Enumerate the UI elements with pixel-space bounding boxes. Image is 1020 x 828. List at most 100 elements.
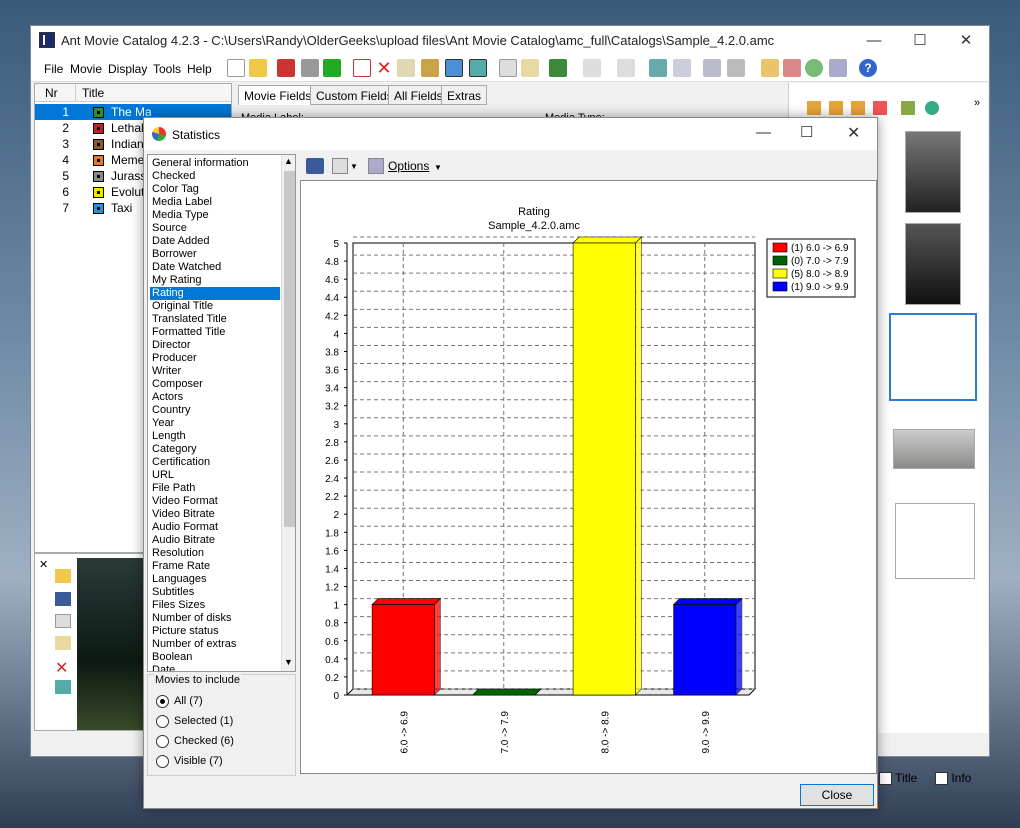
field-list-item[interactable]: Date xyxy=(150,664,280,671)
group-icon[interactable] xyxy=(617,59,635,77)
field-list-scrollbar[interactable]: ▲ ▼ xyxy=(281,155,295,671)
chart-copy-icon[interactable] xyxy=(332,158,348,174)
users-icon[interactable] xyxy=(783,59,801,77)
close-button[interactable]: Close xyxy=(800,784,874,806)
field-list-item[interactable]: Actors xyxy=(150,391,280,404)
menu-display[interactable]: Display xyxy=(108,62,147,76)
copy-picture-icon[interactable] xyxy=(55,614,71,628)
field-list-item[interactable]: Languages xyxy=(150,573,280,586)
field-list-item[interactable]: Source xyxy=(150,222,280,235)
title-checkbox[interactable] xyxy=(879,772,892,786)
studio-logo-thumbnail[interactable] xyxy=(895,503,975,579)
save-picture-icon[interactable] xyxy=(55,592,71,606)
tab-movie-fields[interactable]: Movie Fields xyxy=(238,85,318,105)
field-list-item[interactable]: Audio Bitrate xyxy=(150,534,280,547)
list-view-icon[interactable] xyxy=(673,59,691,77)
actor-thumbnail-2[interactable] xyxy=(905,223,961,305)
field-list-item[interactable]: Year xyxy=(150,417,280,430)
thumb-add2-icon[interactable] xyxy=(829,101,843,115)
field-list-item[interactable]: Color Tag xyxy=(150,183,280,196)
field-list-item[interactable]: Rating xyxy=(150,287,280,300)
field-list-item[interactable]: Frame Rate xyxy=(150,560,280,573)
field-list-item[interactable]: Certification xyxy=(150,456,280,469)
options-menu[interactable]: Options xyxy=(388,159,429,173)
field-list-item[interactable]: My Rating xyxy=(150,274,280,287)
view-icon[interactable] xyxy=(649,59,667,77)
thumb-picture-icon[interactable] xyxy=(901,101,915,115)
scene-thumbnail-selected[interactable] xyxy=(889,313,977,401)
properties-icon[interactable] xyxy=(829,59,847,77)
grid-view-icon[interactable] xyxy=(703,59,721,77)
field-list-item[interactable]: Translated Title xyxy=(150,313,280,326)
layout-icon[interactable] xyxy=(727,59,745,77)
field-list-item[interactable]: Media Type xyxy=(150,209,280,222)
paste-picture-icon[interactable] xyxy=(55,636,71,650)
field-list-item[interactable]: Boolean xyxy=(150,651,280,664)
import-icon[interactable] xyxy=(549,59,567,77)
options-dropdown-icon[interactable]: ▼ xyxy=(434,163,442,172)
field-list-item[interactable]: General information xyxy=(150,157,280,170)
field-list-item[interactable]: Picture status xyxy=(150,625,280,638)
open-folder-icon[interactable] xyxy=(249,59,267,77)
thumb-options-icon[interactable] xyxy=(925,101,939,115)
field-list-item[interactable]: Media Label xyxy=(150,196,280,209)
menu-help[interactable]: Help xyxy=(187,62,212,76)
expand-icon[interactable]: » xyxy=(974,97,980,109)
chart-save-icon[interactable] xyxy=(306,158,324,174)
field-list-item[interactable]: Number of extras xyxy=(150,638,280,651)
field-list-item[interactable]: Date Added xyxy=(150,235,280,248)
field-list-item[interactable]: Borrower xyxy=(150,248,280,261)
help-icon[interactable]: ? xyxy=(859,59,877,77)
statistics-icon[interactable] xyxy=(805,59,823,77)
dialog-minimize-button[interactable]: — xyxy=(756,124,771,141)
field-list-item[interactable]: Length xyxy=(150,430,280,443)
info-checkbox[interactable] xyxy=(935,772,948,786)
tools-icon[interactable] xyxy=(421,59,439,77)
radio-button[interactable] xyxy=(156,715,169,728)
menu-file[interactable]: File xyxy=(44,62,63,76)
copy-dropdown-icon[interactable]: ▼ xyxy=(350,162,358,171)
thumb-edit-icon[interactable] xyxy=(851,101,865,115)
field-list-item[interactable]: Director xyxy=(150,339,280,352)
actor-thumbnail-1[interactable] xyxy=(905,131,961,213)
scripts-icon[interactable] xyxy=(761,59,779,77)
column-title[interactable]: Title xyxy=(75,84,231,102)
field-list-item[interactable]: Video Format xyxy=(150,495,280,508)
picture-icon[interactable] xyxy=(445,59,463,77)
tab-all-fields[interactable]: All Fields xyxy=(388,85,449,105)
new-icon[interactable] xyxy=(227,59,245,77)
scene-thumbnail-2[interactable] xyxy=(893,429,975,469)
scroll-up-icon[interactable]: ▲ xyxy=(284,156,293,166)
add-movie-icon[interactable] xyxy=(353,59,371,77)
field-list-item[interactable]: Resolution xyxy=(150,547,280,560)
scroll-thumb[interactable] xyxy=(284,171,295,527)
load-picture-icon[interactable] xyxy=(55,569,71,583)
radio-button[interactable] xyxy=(156,755,169,768)
field-list-item[interactable]: Writer xyxy=(150,365,280,378)
copy-icon[interactable] xyxy=(499,59,517,77)
panel-close-icon[interactable]: ✕ xyxy=(39,558,48,571)
sort-icon[interactable] xyxy=(583,59,601,77)
menu-movie[interactable]: Movie xyxy=(70,62,102,76)
column-nr[interactable]: Nr xyxy=(35,84,75,102)
find-icon[interactable] xyxy=(397,59,415,77)
paste-icon[interactable] xyxy=(521,59,539,77)
field-list-item[interactable]: Category xyxy=(150,443,280,456)
field-list-item[interactable]: Subtitles xyxy=(150,586,280,599)
tab-custom-fields[interactable]: Custom Fields xyxy=(310,85,399,105)
tab-extras[interactable]: Extras xyxy=(441,85,488,105)
delete-icon[interactable]: ✕ xyxy=(375,59,393,77)
field-list-item[interactable]: Number of disks xyxy=(150,612,280,625)
maximize-button[interactable]: ☐ xyxy=(897,26,943,56)
go-icon[interactable] xyxy=(323,59,341,77)
field-list-item[interactable]: Composer xyxy=(150,378,280,391)
field-list-item[interactable]: Country xyxy=(150,404,280,417)
close-window-button[interactable]: ✕ xyxy=(943,26,989,56)
field-list-item[interactable]: File Path xyxy=(150,482,280,495)
field-list-item[interactable]: Original Title xyxy=(150,300,280,313)
import-picture-icon[interactable] xyxy=(469,59,487,77)
delete-picture-icon[interactable]: ✕ xyxy=(55,658,68,678)
radio-button[interactable] xyxy=(156,695,169,708)
thumb-add-icon[interactable] xyxy=(807,101,821,115)
dialog-maximize-button[interactable]: ☐ xyxy=(800,123,813,141)
